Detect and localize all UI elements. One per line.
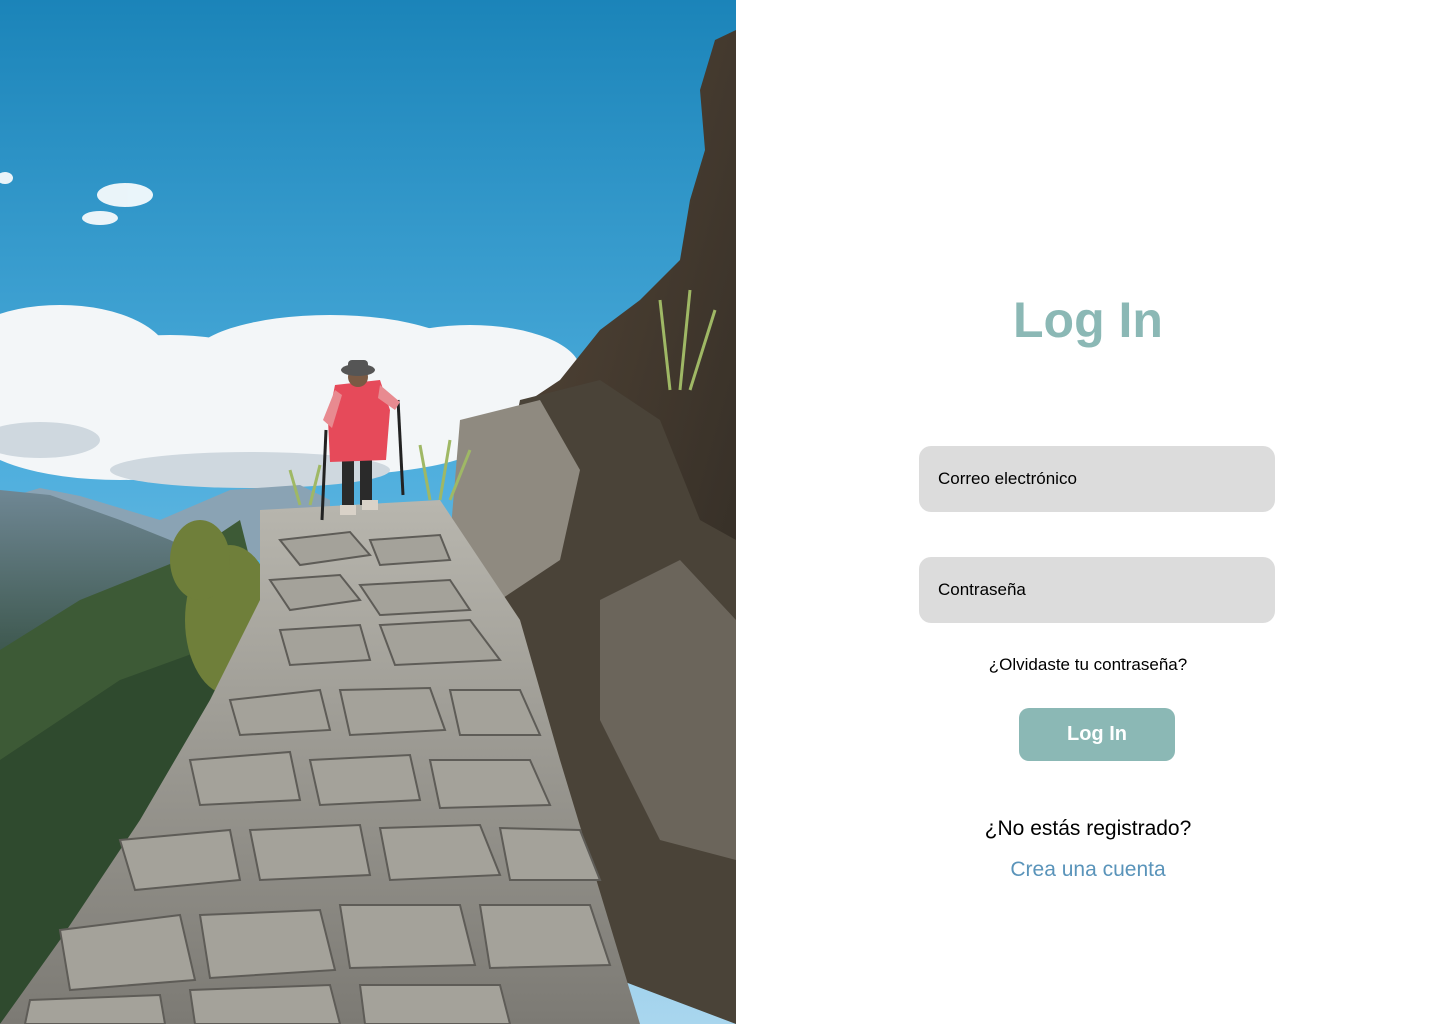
hero-photo-illustration	[0, 0, 736, 1024]
email-field[interactable]	[919, 446, 1275, 512]
register-question: ¿No estás registrado?	[984, 817, 1192, 840]
create-account-link[interactable]: Crea una cuenta	[736, 856, 1440, 884]
password-field[interactable]	[919, 557, 1275, 623]
forgot-password-link[interactable]: ¿Olvidaste tu contraseña?	[736, 654, 1440, 676]
login-page: Log In ¿Olvidaste tu contraseña? Log In …	[0, 0, 1440, 1024]
login-panel: Log In ¿Olvidaste tu contraseña? Log In …	[736, 0, 1440, 1024]
login-button[interactable]: Log In	[1019, 708, 1175, 761]
page-title: Log In	[1013, 292, 1163, 348]
hero-photo	[0, 0, 736, 1024]
